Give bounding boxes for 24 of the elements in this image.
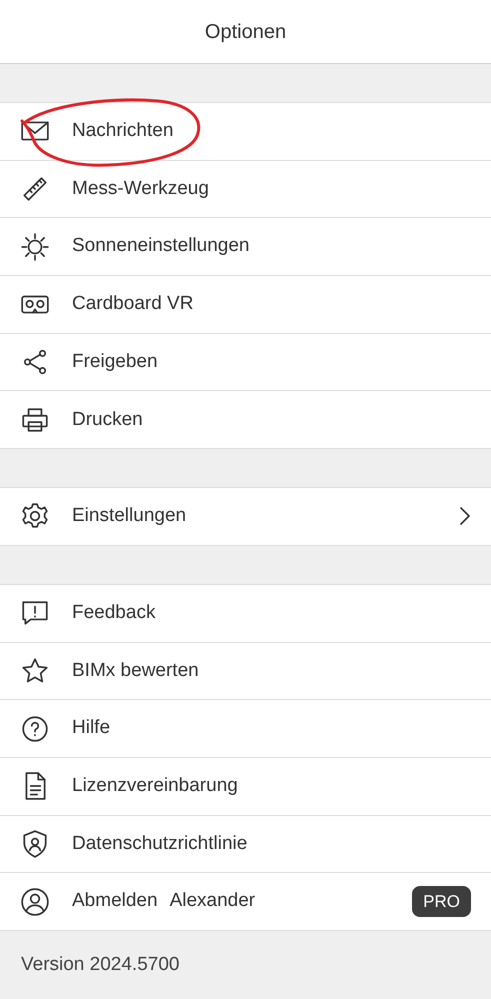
user-icon [20, 886, 50, 917]
menu-label: Lizenzvereinbarung [72, 774, 238, 798]
menu-label: Einstellungen [72, 504, 186, 528]
menu-label: Nachrichten [72, 119, 174, 144]
screen-title: Optionen [204, 20, 286, 44]
menu-label: Cardboard VR [72, 292, 194, 316]
sun-icon [20, 232, 50, 262]
help-icon [20, 714, 50, 744]
menu-label: Drucken [72, 408, 143, 432]
version-text: Version 2024.5700 [21, 952, 180, 977]
menu-label: Mess-Werkzeug [72, 176, 209, 201]
menu-item[interactable]: BIMx bewerten [0, 642, 491, 700]
menu-label: Sonneneinstellungen [72, 234, 250, 258]
pro-badge: PRO [412, 886, 471, 918]
menu-label: Hilfe [72, 716, 110, 740]
menu-label: Datenschutzrichtlinie [72, 832, 248, 856]
menu-label: Freigeben [72, 350, 158, 374]
menu-label: BIMx bewerten [72, 658, 199, 683]
user-name: Alexander [170, 889, 256, 914]
menu-item[interactable]: Datenschutzrichtlinie [0, 816, 491, 874]
menu-label: Abmelden [72, 889, 158, 914]
menu-item[interactable]: Mess-Werkzeug [0, 160, 491, 218]
menu-label: Feedback [72, 600, 156, 625]
chevron-right-icon [459, 506, 471, 526]
